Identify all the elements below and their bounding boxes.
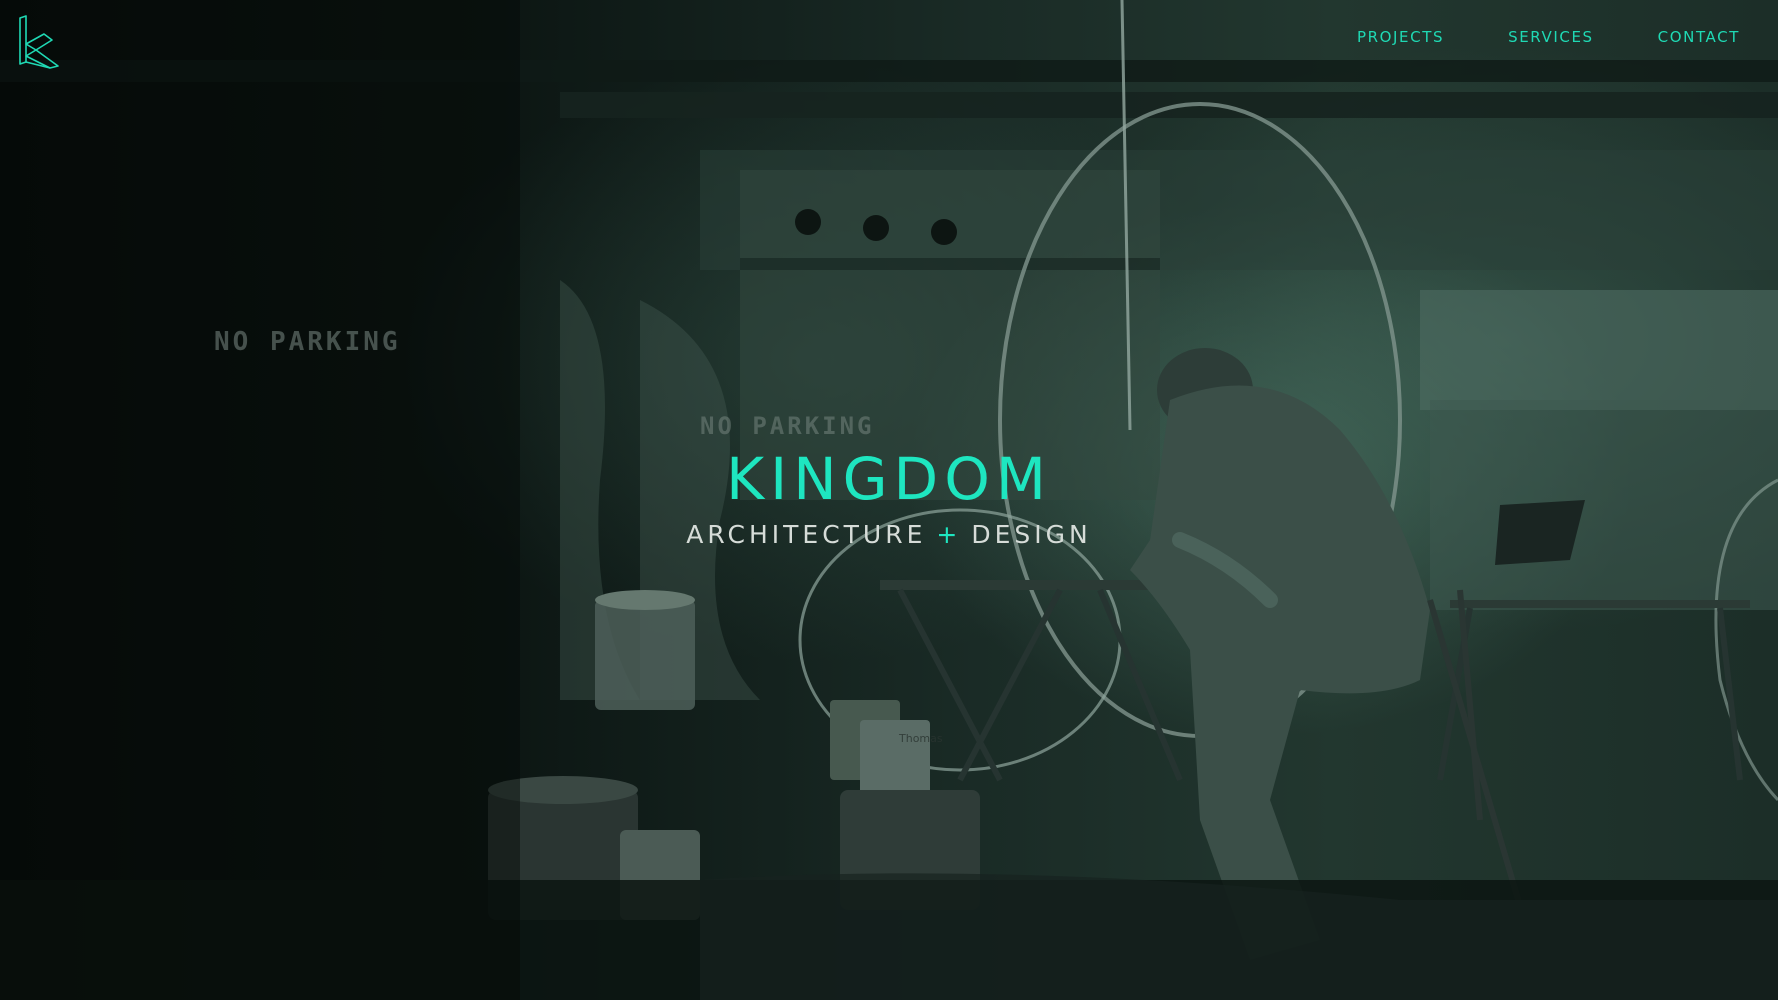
subtitle-plus: + xyxy=(936,520,962,549)
main-navigation: PROJECTS SERVICES CONTACT xyxy=(1357,28,1740,46)
nav-contact-link[interactable]: CONTACT xyxy=(1658,28,1740,46)
no-parking-sign-left: NO PARKING xyxy=(214,327,401,357)
hero-section: NO PARKING NO PARKING Thomas PROJECTS SE… xyxy=(0,0,1778,1000)
kingdom-k-monogram-icon xyxy=(19,15,59,69)
subtitle-design: DESIGN xyxy=(971,520,1092,549)
no-parking-sign-center: NO PARKING xyxy=(700,412,875,440)
brand-title: KINGDOM xyxy=(726,445,1052,513)
nav-projects-link[interactable]: PROJECTS xyxy=(1357,28,1444,46)
hero-title-block: KINGDOM ARCHITECTURE + DESIGN xyxy=(0,450,1778,547)
bucket-label: Thomas xyxy=(898,732,943,745)
subtitle-architecture: ARCHITECTURE xyxy=(686,520,927,549)
brand-subtitle: ARCHITECTURE + DESIGN xyxy=(0,522,1778,547)
nav-services-link[interactable]: SERVICES xyxy=(1508,28,1594,46)
kingdom-logo[interactable] xyxy=(14,14,62,70)
